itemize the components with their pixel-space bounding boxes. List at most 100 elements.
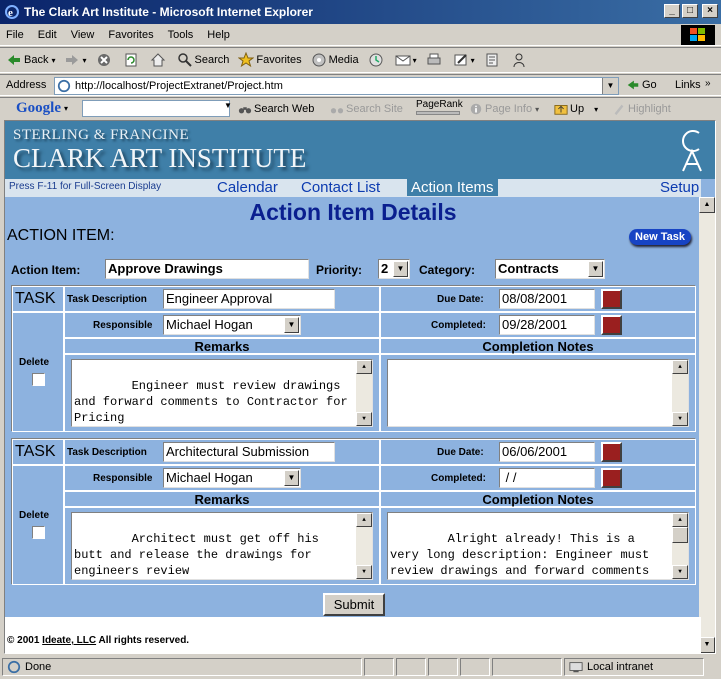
address-input[interactable]: http://localhost/ProjectExtranet/Project… xyxy=(54,77,619,95)
task-description-input[interactable]: Engineer Approval xyxy=(163,289,335,309)
new-task-button[interactable]: New Task xyxy=(629,229,691,245)
google-logo[interactable]: Google xyxy=(16,100,61,117)
highlight-button[interactable]: Highlight xyxy=(612,102,671,116)
calendar-icon[interactable] xyxy=(601,289,622,309)
google-dropdown-button[interactable]: ▼ xyxy=(222,101,234,116)
print-button[interactable] xyxy=(426,52,444,68)
textarea-scrollbar[interactable]: ▲ ▼ xyxy=(356,360,372,426)
due-date-cell: Due Date: 06/06/2001 xyxy=(380,439,696,465)
chevron-right-icon[interactable]: » xyxy=(705,78,711,89)
action-item-heading: ACTION ITEM: xyxy=(7,227,115,244)
scroll-down-button[interactable]: ▼ xyxy=(699,637,715,653)
menu-favorites[interactable]: Favorites xyxy=(108,29,153,41)
responsible-select[interactable]: Michael Hogan ▼ xyxy=(163,468,301,488)
svg-text:e: e xyxy=(8,7,13,19)
address-dropdown-button[interactable]: ▼ xyxy=(602,78,618,94)
discuss-button[interactable] xyxy=(484,52,502,68)
completed-input[interactable]: 09/28/2001 xyxy=(499,315,595,335)
forward-button[interactable]: ▾ xyxy=(64,52,87,68)
info-icon xyxy=(470,103,482,115)
menu-edit[interactable]: Edit xyxy=(38,29,57,41)
due-date-label: Due Date: xyxy=(437,447,484,458)
completion-notes-header: Completion Notes xyxy=(482,339,594,354)
page-scrollbar[interactable]: ▲ ▼ xyxy=(699,197,715,653)
task-description-cell: Task Description Architectural Submissio… xyxy=(64,439,380,465)
responsible-select[interactable]: Michael Hogan ▼ xyxy=(163,315,301,335)
links-button[interactable]: Links xyxy=(675,79,701,91)
notes-cell: Alright already! This is a very long des… xyxy=(380,507,696,585)
responsible-label: Responsible xyxy=(93,473,153,484)
stop-button[interactable] xyxy=(96,52,114,68)
go-button[interactable]: Go xyxy=(626,78,657,92)
nav-calendar[interactable]: Calendar xyxy=(217,179,278,196)
remarks-textarea[interactable]: Engineer must review drawings and forwar… xyxy=(71,359,373,427)
completion-notes-textarea[interactable]: ▲ ▼ xyxy=(387,359,689,427)
calendar-icon[interactable] xyxy=(601,315,622,335)
chevron-down-icon: ▼ xyxy=(393,261,408,277)
back-button[interactable]: Back ▾ xyxy=(6,52,55,68)
calendar-icon[interactable] xyxy=(601,442,622,462)
priority-select[interactable]: 2 ▼ xyxy=(378,259,410,279)
minimize-button[interactable]: _ xyxy=(664,4,680,18)
ie-icon: e xyxy=(5,5,19,19)
category-select[interactable]: Contracts ▼ xyxy=(495,259,605,279)
messenger-button[interactable] xyxy=(511,52,529,68)
close-button[interactable]: × xyxy=(702,4,718,18)
home-button[interactable] xyxy=(150,52,168,68)
nav-contact-list[interactable]: Contact List xyxy=(301,179,380,196)
edit-button[interactable]: ▾ xyxy=(453,52,475,68)
menu-bar: File Edit View Favorites Tools Help xyxy=(0,24,721,46)
due-date-input[interactable]: 06/06/2001 xyxy=(499,442,595,462)
submit-button[interactable]: Submit xyxy=(323,593,385,616)
action-item-label: Action Item: xyxy=(11,263,81,277)
page-info-button[interactable]: Page Info ▾ xyxy=(469,102,539,116)
search-button[interactable]: Search xyxy=(177,52,229,68)
google-search-input[interactable] xyxy=(82,100,230,117)
search-site-button[interactable]: Search Site xyxy=(330,102,403,116)
up-button[interactable]: Up ▾ xyxy=(554,102,598,116)
search-web-button[interactable]: Search Web xyxy=(238,102,314,116)
menu-view[interactable]: View xyxy=(71,29,95,41)
mail-button[interactable]: ▾ xyxy=(395,52,417,68)
textarea-scrollbar[interactable]: ▲ ▼ xyxy=(356,513,372,579)
calendar-icon[interactable] xyxy=(601,468,622,488)
status-segment xyxy=(396,658,426,676)
favorites-button[interactable]: Favorites xyxy=(238,52,302,68)
notes-header-cell: Completion Notes xyxy=(380,491,696,507)
scroll-up-button[interactable]: ▲ xyxy=(699,197,715,213)
status-segment xyxy=(460,658,490,676)
history-button[interactable] xyxy=(368,52,386,68)
nav-action-items[interactable]: Action Items xyxy=(407,179,498,196)
ideate-link[interactable]: Ideate, LLC xyxy=(42,635,96,646)
category-label: Category: xyxy=(419,263,476,277)
task-description-input[interactable]: Architectural Submission xyxy=(163,442,335,462)
mail-icon xyxy=(395,55,411,66)
address-label: Address xyxy=(6,79,47,91)
status-segment xyxy=(428,658,458,676)
delete-checkbox[interactable] xyxy=(32,526,45,539)
completed-cell: Completed: 09/28/2001 xyxy=(380,312,696,338)
textarea-scrollbar[interactable]: ▲ ▼ xyxy=(672,360,688,426)
status-segment xyxy=(364,658,394,676)
textarea-scrollbar[interactable]: ▲ ▼ xyxy=(672,513,688,579)
media-button[interactable]: Media xyxy=(311,52,359,68)
menu-tools[interactable]: Tools xyxy=(168,29,194,41)
task-description-cell: Task Description Engineer Approval xyxy=(64,286,380,312)
maximize-button[interactable]: □ xyxy=(682,4,698,18)
completion-notes-textarea[interactable]: Alright already! This is a very long des… xyxy=(387,512,689,580)
menu-file[interactable]: File xyxy=(6,29,24,41)
home-icon xyxy=(150,53,165,67)
action-item-input[interactable]: Approve Drawings xyxy=(105,259,309,279)
status-main: Done xyxy=(2,658,362,676)
nav-setup[interactable]: Setup xyxy=(660,179,699,196)
chevron-down-icon: ▼ xyxy=(284,470,299,486)
remarks-textarea[interactable]: Architect must get off his butt and rele… xyxy=(71,512,373,580)
address-bar: Address http://localhost/ProjectExtranet… xyxy=(0,74,721,96)
messenger-person-icon xyxy=(513,53,525,68)
page-done-icon xyxy=(7,660,21,674)
delete-checkbox[interactable] xyxy=(32,373,45,386)
menu-help[interactable]: Help xyxy=(207,29,230,41)
completed-input[interactable]: / / xyxy=(499,468,595,488)
due-date-input[interactable]: 08/08/2001 xyxy=(499,289,595,309)
refresh-button[interactable] xyxy=(123,52,141,68)
